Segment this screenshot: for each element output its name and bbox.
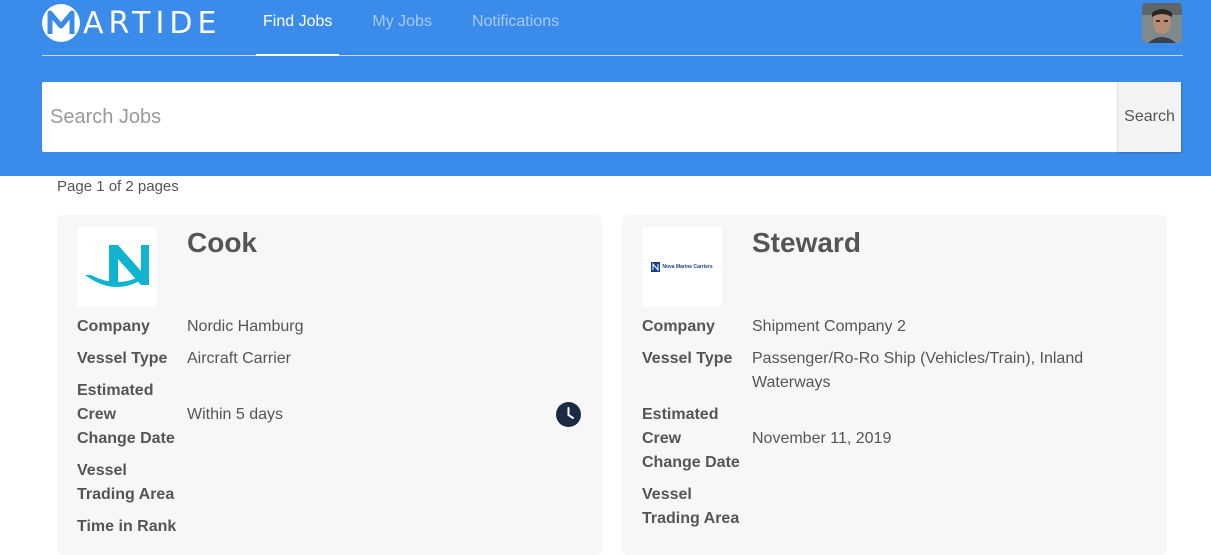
logo-mark-icon xyxy=(42,4,80,42)
main-nav: Find Jobs My Jobs Notifications xyxy=(256,0,592,56)
field-value-crew-change: Within 5 days xyxy=(187,406,284,423)
field-label-crew-change: Estimated Crew Change Date xyxy=(642,406,740,471)
field-value-vessel-type: Aircraft Carrier xyxy=(187,350,292,367)
job-card[interactable]: Cook Company Nordic Hamburg Vessel Type … xyxy=(57,215,602,555)
field-value-company: Shipment Company 2 xyxy=(752,318,906,335)
nova-marine-logo-icon xyxy=(651,262,661,272)
field-value-vessel-type: Passenger/Ro-Ro Ship (Vehicles/Train), I… xyxy=(752,350,1084,391)
field-label-time-in-rank: Time in Rank xyxy=(77,518,177,535)
search-button[interactable]: Search xyxy=(1117,82,1181,152)
pagination-info: Page 1 of 2 pages xyxy=(57,178,179,195)
search-bar: Search xyxy=(42,82,1181,152)
company-logo xyxy=(77,227,157,307)
field-label-company: Company xyxy=(642,318,715,335)
logo-text: ARTIDE xyxy=(83,5,222,41)
search-input[interactable] xyxy=(42,82,1117,152)
nav-my-jobs[interactable]: My Jobs xyxy=(365,0,439,56)
job-card[interactable]: Nova Marine Carriers Steward Company Shi… xyxy=(622,215,1167,555)
nav-notifications[interactable]: Notifications xyxy=(465,0,566,56)
nova-marine-logo: Nova Marine Carriers xyxy=(651,262,713,272)
field-label-vessel-type: Vessel Type xyxy=(77,350,168,367)
field-value-company: Nordic Hamburg xyxy=(187,318,304,335)
top-header: ARTIDE Find Jobs My Jobs Notifications S… xyxy=(0,0,1211,176)
company-logo: Nova Marine Carriers xyxy=(642,227,722,307)
nav-find-jobs[interactable]: Find Jobs xyxy=(256,0,340,56)
user-avatar[interactable] xyxy=(1142,3,1182,43)
field-label-trading-area: Vessel Trading Area xyxy=(77,462,175,503)
field-label-vessel-type: Vessel Type xyxy=(642,350,733,367)
job-title[interactable]: Cook xyxy=(187,227,257,259)
header-divider xyxy=(42,55,1183,56)
field-label-company: Company xyxy=(77,318,150,335)
nova-marine-logo-text: Nova Marine Carriers xyxy=(662,264,713,270)
field-label-trading-area: Vessel Trading Area xyxy=(642,486,740,527)
job-title[interactable]: Steward xyxy=(752,227,861,259)
nordic-hamburg-logo-icon xyxy=(85,245,149,287)
field-value-crew-change: November 11, 2019 xyxy=(752,430,892,447)
martide-logo[interactable]: ARTIDE xyxy=(42,3,221,43)
clock-icon xyxy=(556,402,581,427)
field-label-crew-change: Estimated Crew Change Date xyxy=(77,382,175,447)
